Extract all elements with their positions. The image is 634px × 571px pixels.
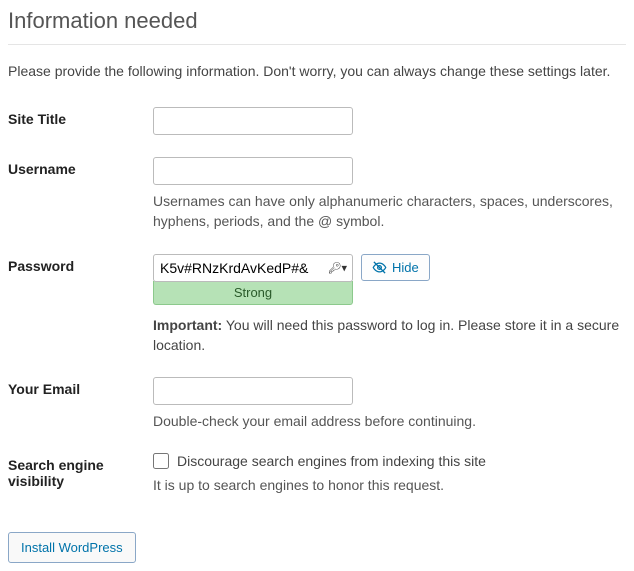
email-input[interactable]	[153, 377, 353, 405]
install-wordpress-button[interactable]: Install WordPress	[8, 532, 136, 563]
install-form: Site Title Username Usernames can have o…	[8, 99, 626, 510]
hide-password-button[interactable]: Hide	[361, 254, 430, 281]
password-strength: Strong	[153, 281, 353, 305]
intro-text: Please provide the following information…	[8, 63, 626, 79]
hide-button-label: Hide	[392, 260, 419, 275]
password-input[interactable]	[153, 254, 353, 282]
sev-label: Search engine visibility	[8, 445, 153, 509]
eye-slash-icon	[372, 260, 387, 275]
username-help: Usernames can have only alphanumeric cha…	[153, 191, 626, 232]
sev-checkbox-label: Discourage search engines from indexing …	[177, 453, 486, 469]
site-title-input[interactable]	[153, 107, 353, 135]
password-important: Important: You will need this password t…	[153, 315, 626, 356]
email-help: Double-check your email address before c…	[153, 411, 626, 431]
site-title-label: Site Title	[8, 99, 153, 149]
important-text: You will need this password to log in. P…	[153, 317, 619, 353]
important-label: Important:	[153, 317, 222, 333]
username-input[interactable]	[153, 157, 353, 185]
password-label: Password	[8, 246, 153, 370]
username-label: Username	[8, 149, 153, 246]
sev-checkbox[interactable]	[153, 453, 169, 469]
page-heading: Information needed	[8, 8, 626, 45]
email-label: Your Email	[8, 369, 153, 445]
sev-help: It is up to search engines to honor this…	[153, 475, 626, 495]
sev-checkbox-row[interactable]: Discourage search engines from indexing …	[153, 453, 626, 469]
